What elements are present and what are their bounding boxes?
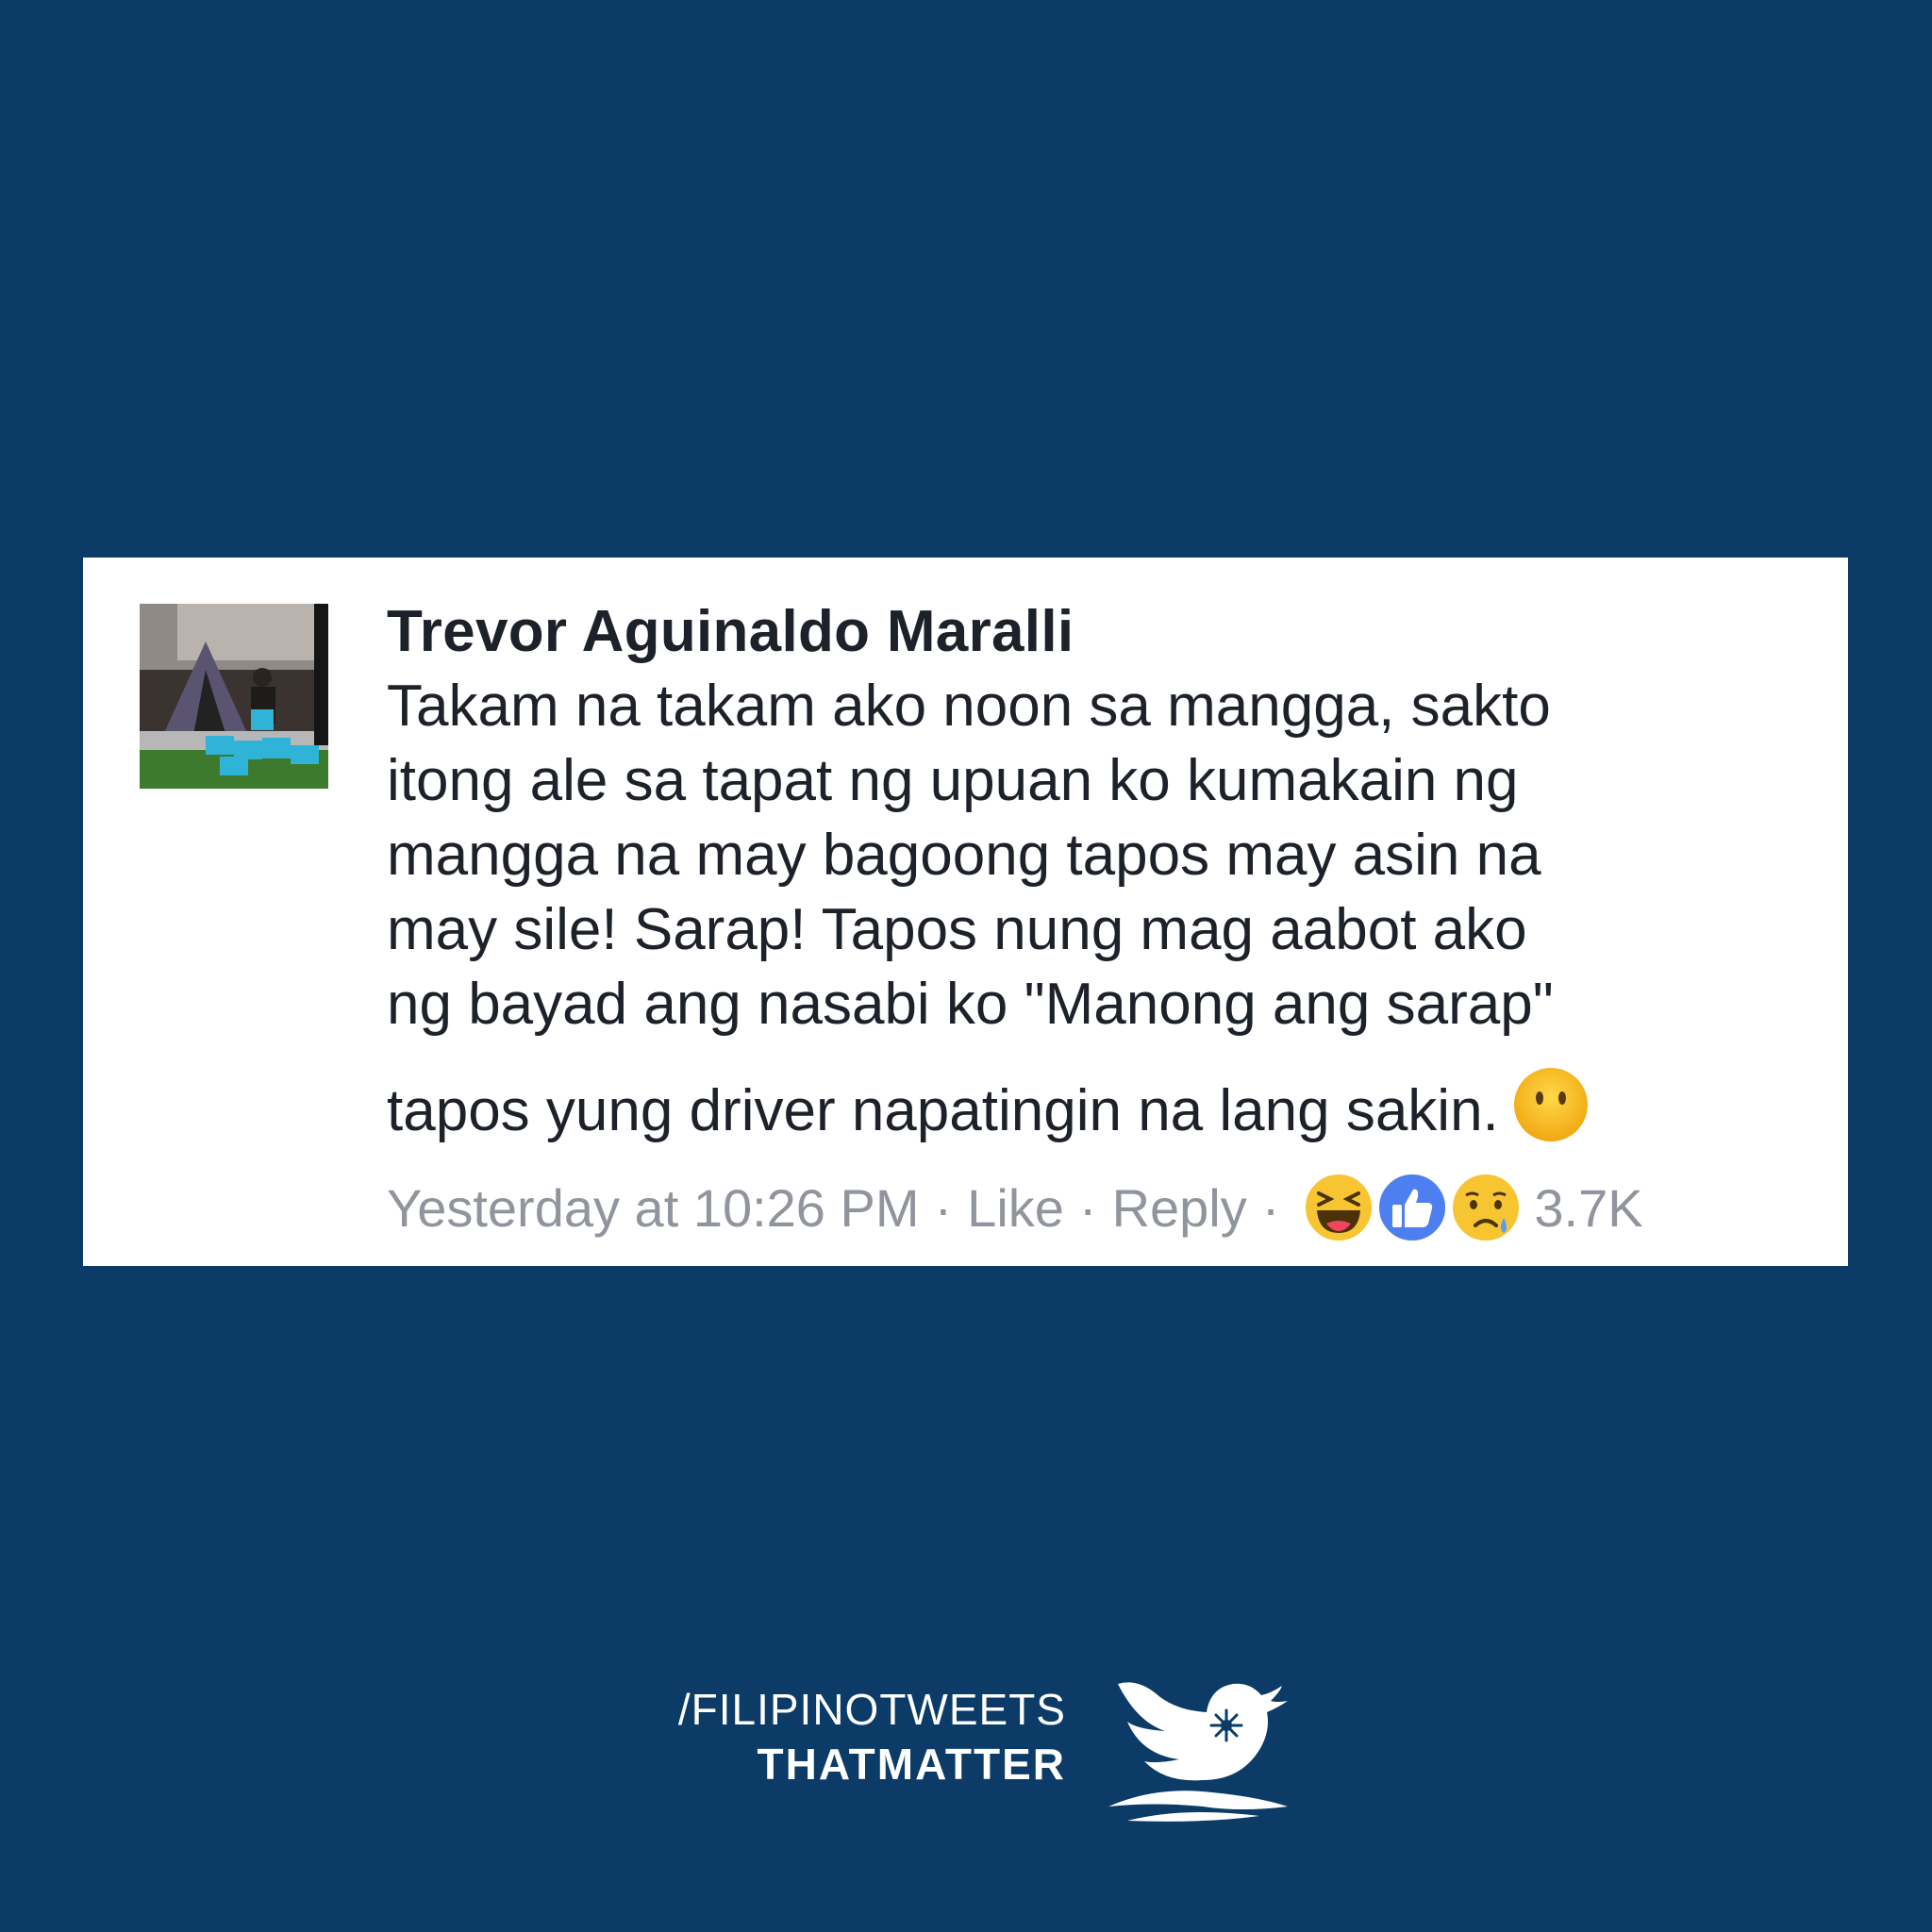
comment-line: may sile! Sarap! Tapos nung mag aabot ak… — [387, 897, 1527, 962]
comment-line: mangga na may bagoong tapos may asin na — [387, 823, 1541, 888]
separator: · — [1261, 1177, 1280, 1238]
comment-line-last: tapos yung driver napatingin na lang sak… — [387, 1066, 1821, 1148]
brand-logo: /FILIPINOTWEETS THATMATTER — [651, 1684, 1066, 1790]
no-mouth-face-icon — [1513, 1068, 1588, 1141]
like-link[interactable]: Like — [967, 1177, 1064, 1239]
comment-text: Takam na takam ako noon sa mangga, sakto… — [387, 669, 1821, 1148]
comment-line: Takam na takam ako noon sa mangga, sakto — [387, 674, 1551, 739]
comment-line: itong ale sa tapat ng upuan ko kumakain … — [387, 748, 1519, 813]
comment-meta: Yesterday at 10:26 PM · Like · Reply · 3… — [387, 1169, 1821, 1246]
reaction-count: 3.7K — [1534, 1177, 1643, 1238]
reply-link[interactable]: Reply — [1112, 1177, 1247, 1239]
comment-line: ng bayad ang nasabi ko "Manong ang sarap… — [387, 972, 1554, 1037]
brand-line-1: /FILIPINOTWEETS — [677, 1685, 1066, 1734]
comment-card: Trevor Aguinaldo Maralli Takam na takam … — [83, 558, 1848, 1266]
haha-icon — [1302, 1171, 1376, 1244]
like-icon — [1375, 1171, 1450, 1244]
avatar[interactable] — [140, 604, 328, 789]
sad-icon — [1449, 1171, 1524, 1244]
reactions-summary[interactable]: 3.7K — [1300, 1169, 1643, 1246]
bird-logo-icon — [1108, 1682, 1288, 1822]
separator: · — [1078, 1177, 1097, 1238]
separator: · — [934, 1177, 953, 1238]
timestamp[interactable]: Yesterday at 10:26 PM — [387, 1177, 920, 1239]
brand-line-2: THATMATTER — [757, 1740, 1066, 1789]
comment-content: Trevor Aguinaldo Maralli Takam na takam … — [387, 595, 1821, 1246]
comment-line: tapos yung driver napatingin na lang sak… — [387, 1078, 1499, 1143]
author-name[interactable]: Trevor Aguinaldo Maralli — [387, 595, 1821, 669]
